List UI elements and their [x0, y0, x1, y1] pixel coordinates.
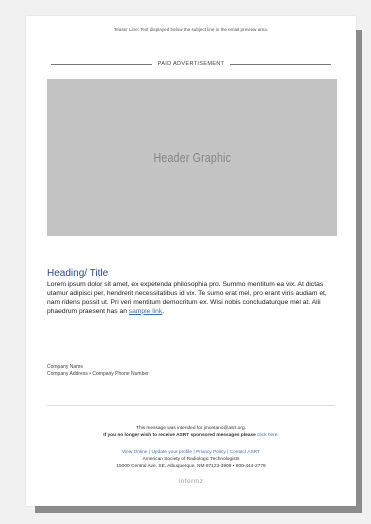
intended-recipient-text: This message was intended for jmontano@a…: [136, 426, 246, 431]
org-address: 15000 Central Ave. SE, Albuquerque, NM 8…: [116, 463, 266, 469]
footer: This message was intended for jmontano@a…: [26, 426, 356, 471]
company-address: Company Address • Company Phone Number: [47, 370, 149, 377]
sample-link[interactable]: sample link: [129, 308, 162, 315]
divider-line-right: [230, 63, 331, 65]
header-graphic-placeholder[interactable]: Header Graphic: [47, 79, 337, 236]
informz-logo: informz: [178, 478, 204, 485]
body-paragraph: Lorem ipsum dolor sit amet, ex expetenda…: [47, 281, 339, 317]
company-info: Company Name Company Address • Company P…: [47, 364, 149, 377]
org-name: American Society of Radiologic Technolog…: [142, 456, 240, 462]
footer-links[interactable]: View Online | Update your profile | Priv…: [26, 450, 356, 457]
paid-advertisement-banner: PAID ADVERTISEMENT: [51, 61, 331, 67]
company-name: Company Name: [47, 364, 84, 370]
header-graphic-label: Header Graphic: [153, 150, 231, 165]
unsubscribe-end: .: [277, 432, 279, 438]
heading-title: Heading/ Title: [47, 268, 109, 279]
paid-advertisement-label: PAID ADVERTISEMENT: [157, 61, 225, 67]
email-card: Teaser Line: Text displayed below the su…: [26, 16, 356, 506]
body-text-end: .: [162, 307, 165, 315]
teaser-line: Teaser Line: Text displayed below the su…: [113, 27, 269, 32]
click-here-link[interactable]: click here: [257, 433, 277, 438]
unsubscribe-line: If you no longer wish to receive ASRT sp…: [26, 433, 356, 440]
divider-line-left: [51, 63, 152, 65]
body-text: Lorem ipsum dolor sit amet, ex expetenda…: [47, 281, 327, 315]
unsubscribe-text: If you no longer wish to receive ASRT sp…: [103, 432, 256, 438]
footer-divider: [47, 405, 335, 406]
